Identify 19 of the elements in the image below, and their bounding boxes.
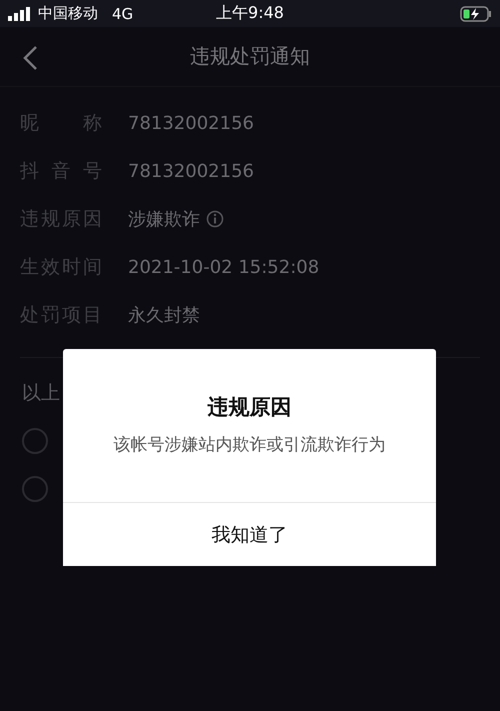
dialog-message: 该帐号涉嫌站内欺诈或引流欺诈行为 [114, 434, 386, 456]
detail-value: 永久封禁 [128, 304, 200, 327]
detail-value: 78132002156 [128, 112, 254, 134]
dialog-title: 违规原因 [208, 394, 292, 421]
detail-value: 涉嫌欺诈 [128, 208, 200, 231]
carrier-name: 中国移动 [38, 4, 98, 23]
signal-icon [8, 6, 32, 20]
section-heading: 以上 [22, 381, 61, 406]
info-icon[interactable] [206, 210, 224, 228]
back-icon[interactable] [22, 45, 38, 71]
page-title: 违规处罚通知 [190, 43, 310, 70]
radio-button[interactable] [22, 428, 48, 454]
detail-value: 78132002156 [128, 160, 254, 182]
network-type: 4G [112, 4, 134, 22]
radio-button[interactable] [22, 476, 48, 502]
acknowledge-button[interactable]: 我知道了 [63, 502, 436, 566]
detail-value: 2021-10-02 15:52:08 [128, 256, 320, 278]
status-time: 上午9:48 [216, 3, 284, 24]
battery-charging-icon [460, 6, 492, 22]
